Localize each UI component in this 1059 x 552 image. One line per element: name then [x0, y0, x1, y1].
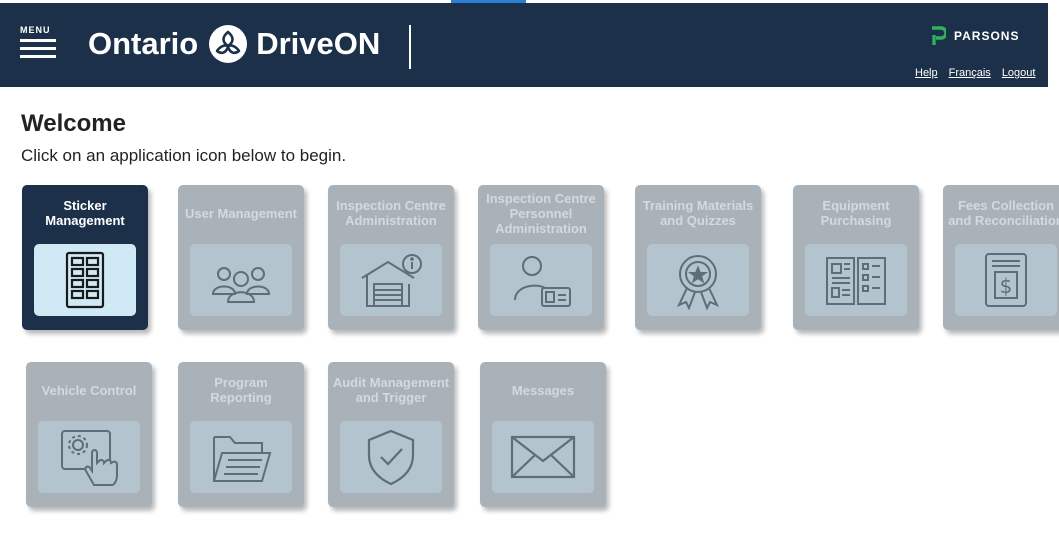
tile-audit-management-and-trigger[interactable]: Audit Management and Trigger: [328, 362, 454, 507]
svg-text:$: $: [1000, 274, 1013, 298]
header-divider: [409, 25, 411, 69]
tile-label: Vehicle Control: [41, 382, 137, 398]
tile-vehicle-control[interactable]: Vehicle Control: [26, 362, 152, 507]
tile-sticker-management[interactable]: Sticker Management: [22, 185, 148, 330]
users-group-icon: [211, 267, 271, 303]
envelope-icon: [510, 435, 576, 479]
page-title: Welcome: [21, 110, 126, 137]
brand-driveon-text: DriveON: [256, 26, 381, 61]
header-links: Help Français Logout: [915, 67, 1035, 79]
tile-label: Training Materials and Quizzes: [642, 198, 754, 228]
award-ribbon-icon: [676, 255, 720, 310]
tile-fees-collection-and-reconciliation[interactable]: Fees Collection and Reconciliation $: [943, 185, 1059, 330]
hamburger-line: [20, 55, 56, 58]
tile-icon-box: [340, 421, 442, 493]
tile-label: User Management: [185, 205, 297, 221]
parsons-mark-icon: [932, 26, 946, 45]
grid-form-icon: [65, 251, 105, 309]
tile-label: Fees Collection and Reconciliation: [948, 198, 1059, 228]
tile-user-management[interactable]: User Management: [178, 185, 304, 330]
francais-link[interactable]: Français: [949, 67, 991, 79]
tile-inspection-centre-administration[interactable]: Inspection Centre Administration: [328, 185, 454, 330]
tile-icon-box: [492, 421, 594, 493]
receipt-dollar-icon: $: [985, 253, 1027, 307]
menu-label: MENU: [20, 25, 51, 35]
tile-label: Inspection Centre Administration: [336, 198, 446, 228]
parsons-logo-text: PARSONS: [954, 29, 1020, 43]
brand-ontario-text: Ontario: [88, 26, 199, 61]
person-id-card-icon: [514, 256, 571, 307]
tile-label: Audit Management and Trigger: [332, 375, 450, 405]
tile-label: Sticker Management: [45, 198, 125, 228]
tile-label: Equipment Purchasing: [820, 198, 892, 228]
tile-program-reporting[interactable]: Program Reporting: [178, 362, 304, 507]
tile-icon-box: $: [955, 244, 1057, 316]
tile-icon-box: [805, 244, 907, 316]
shield-check-icon: [367, 429, 415, 486]
ontario-trillium-icon: [209, 25, 248, 63]
hamburger-line: [20, 39, 56, 42]
tablet-touch-icon: [61, 430, 118, 486]
tile-training-materials-and-quizzes[interactable]: Training Materials and Quizzes: [635, 185, 761, 330]
folder-report-icon: [212, 436, 272, 482]
tile-icon-box: [34, 244, 136, 316]
catalog-icon: [826, 257, 886, 305]
tile-icon-box: [490, 244, 592, 316]
tile-icon-box: [647, 244, 749, 316]
garage-info-icon: [361, 254, 422, 307]
tile-label: Messages: [511, 382, 575, 398]
tile-icon-box: [190, 244, 292, 316]
tile-icon-box: [340, 244, 442, 316]
logout-link[interactable]: Logout: [1002, 67, 1036, 79]
page-subtitle: Click on an application icon below to be…: [21, 146, 347, 165]
menu-button[interactable]: MENU: [20, 25, 58, 65]
parsons-logo: PARSONS: [930, 26, 1019, 46]
help-link[interactable]: Help: [915, 67, 938, 79]
tile-icon-box: [190, 421, 292, 493]
tile-label: Inspection Centre Personnel Administrati…: [486, 190, 596, 236]
tile-icon-box: [38, 421, 140, 493]
tile-inspection-centre-personnel-administration[interactable]: Inspection Centre Personnel Administrati…: [478, 185, 604, 330]
tile-messages[interactable]: Messages: [480, 362, 606, 507]
tile-equipment-purchasing[interactable]: Equipment Purchasing: [793, 185, 919, 330]
brand-logo[interactable]: Ontario DriveON: [88, 19, 380, 69]
hamburger-line: [20, 47, 56, 50]
app-header: MENU Ontario DriveON PARSONS Help França…: [0, 3, 1048, 87]
tile-label: Program Reporting: [210, 375, 272, 405]
